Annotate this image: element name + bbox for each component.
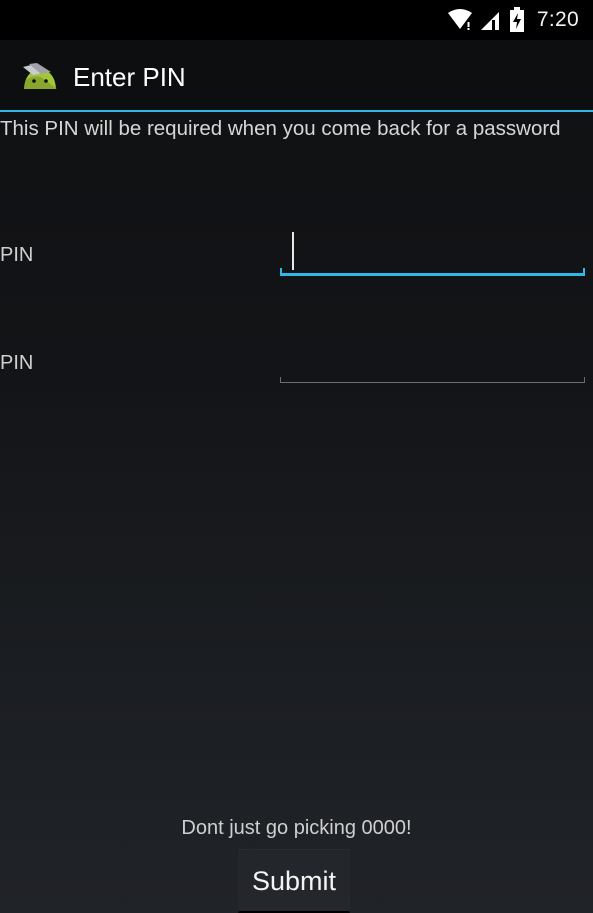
- status-time: 7:20: [536, 8, 579, 31]
- android-app-icon[interactable]: [21, 63, 59, 91]
- confirm-pin-label: PIN: [0, 352, 34, 374]
- confirm-pin-input-underline: [280, 377, 585, 383]
- battery-charging-icon: [509, 7, 524, 32]
- instruction-text: This PIN will be required when you come …: [0, 117, 561, 140]
- page-title: Enter PIN: [73, 62, 186, 92]
- status-icons: 7:20: [447, 6, 579, 34]
- action-bar: Enter PIN: [0, 40, 593, 112]
- pin-label: PIN: [0, 244, 34, 266]
- status-bar: 7:20: [0, 0, 593, 40]
- signal-icon: [480, 12, 499, 30]
- hint-text: Dont just go picking 0000!: [181, 817, 412, 839]
- screen: 7:20 Enter PIN This PIN will be required…: [0, 0, 593, 913]
- wifi-icon: [447, 9, 472, 30]
- pin-input-underline: [280, 268, 585, 276]
- confirm-pin-input[interactable]: [279, 332, 585, 382]
- submit-button[interactable]: Submit: [238, 849, 350, 913]
- text-cursor: [292, 232, 294, 270]
